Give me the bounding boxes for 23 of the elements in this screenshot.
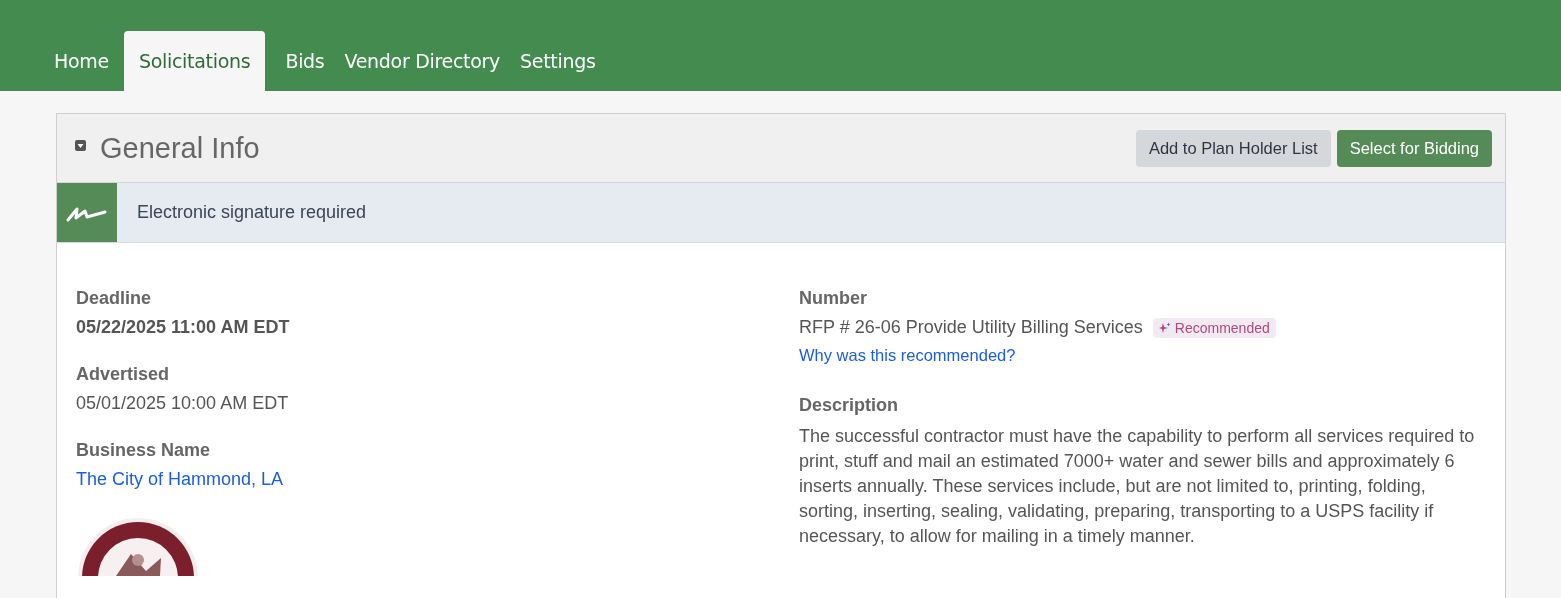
sparkle-icon	[1158, 321, 1171, 334]
panel-title: General Info	[100, 131, 261, 165]
field-value: 05/22/2025 11:00 AM EDT	[76, 317, 291, 338]
nav-tab[interactable]: Bids	[275, 31, 335, 91]
field-label: Advertised	[76, 364, 171, 385]
field-value: RFP # 26-06 Provide Utility Billing Services	[799, 317, 1143, 338]
select-button[interactable]: Select for Bidding	[1336, 129, 1492, 167]
notice-text: Electronic signature required	[137, 202, 367, 223]
field-label: Business Name	[76, 440, 212, 461]
recommended-badge: Recommended	[1152, 317, 1276, 338]
nav-tab[interactable]: Vendor Directory	[334, 31, 511, 91]
collapse-icon[interactable]	[75, 139, 86, 151]
nav-tab[interactable]: Settings	[510, 31, 606, 91]
field-value: 05/01/2025 10:00 AM EDT	[76, 393, 290, 414]
field-label: Description	[799, 395, 900, 416]
why-link[interactable]: Why was this recommended?	[799, 346, 1016, 365]
field-label: Number	[799, 288, 868, 309]
field-label: Deadline	[76, 288, 153, 309]
nav-tab[interactable]: Home	[44, 31, 119, 91]
add-button[interactable]: Add to Plan Holder List	[1135, 129, 1331, 167]
business-link[interactable]: The City of Hammond, LA	[76, 469, 284, 489]
description-text: The successful contractor must have the capability to perform all services required to print, stuff and mail an estimated 7000+ water and sewer bills and approximately 6 inserts annually. These services include, but are not limited to, printing, folding, sorting, inserting, sealing, validating, preparing, transporting to a USPS facility if necessary, to allow for mailing in a timely manner.	[799, 425, 1476, 548]
nav-tab[interactable]: Solicitations	[123, 31, 266, 91]
